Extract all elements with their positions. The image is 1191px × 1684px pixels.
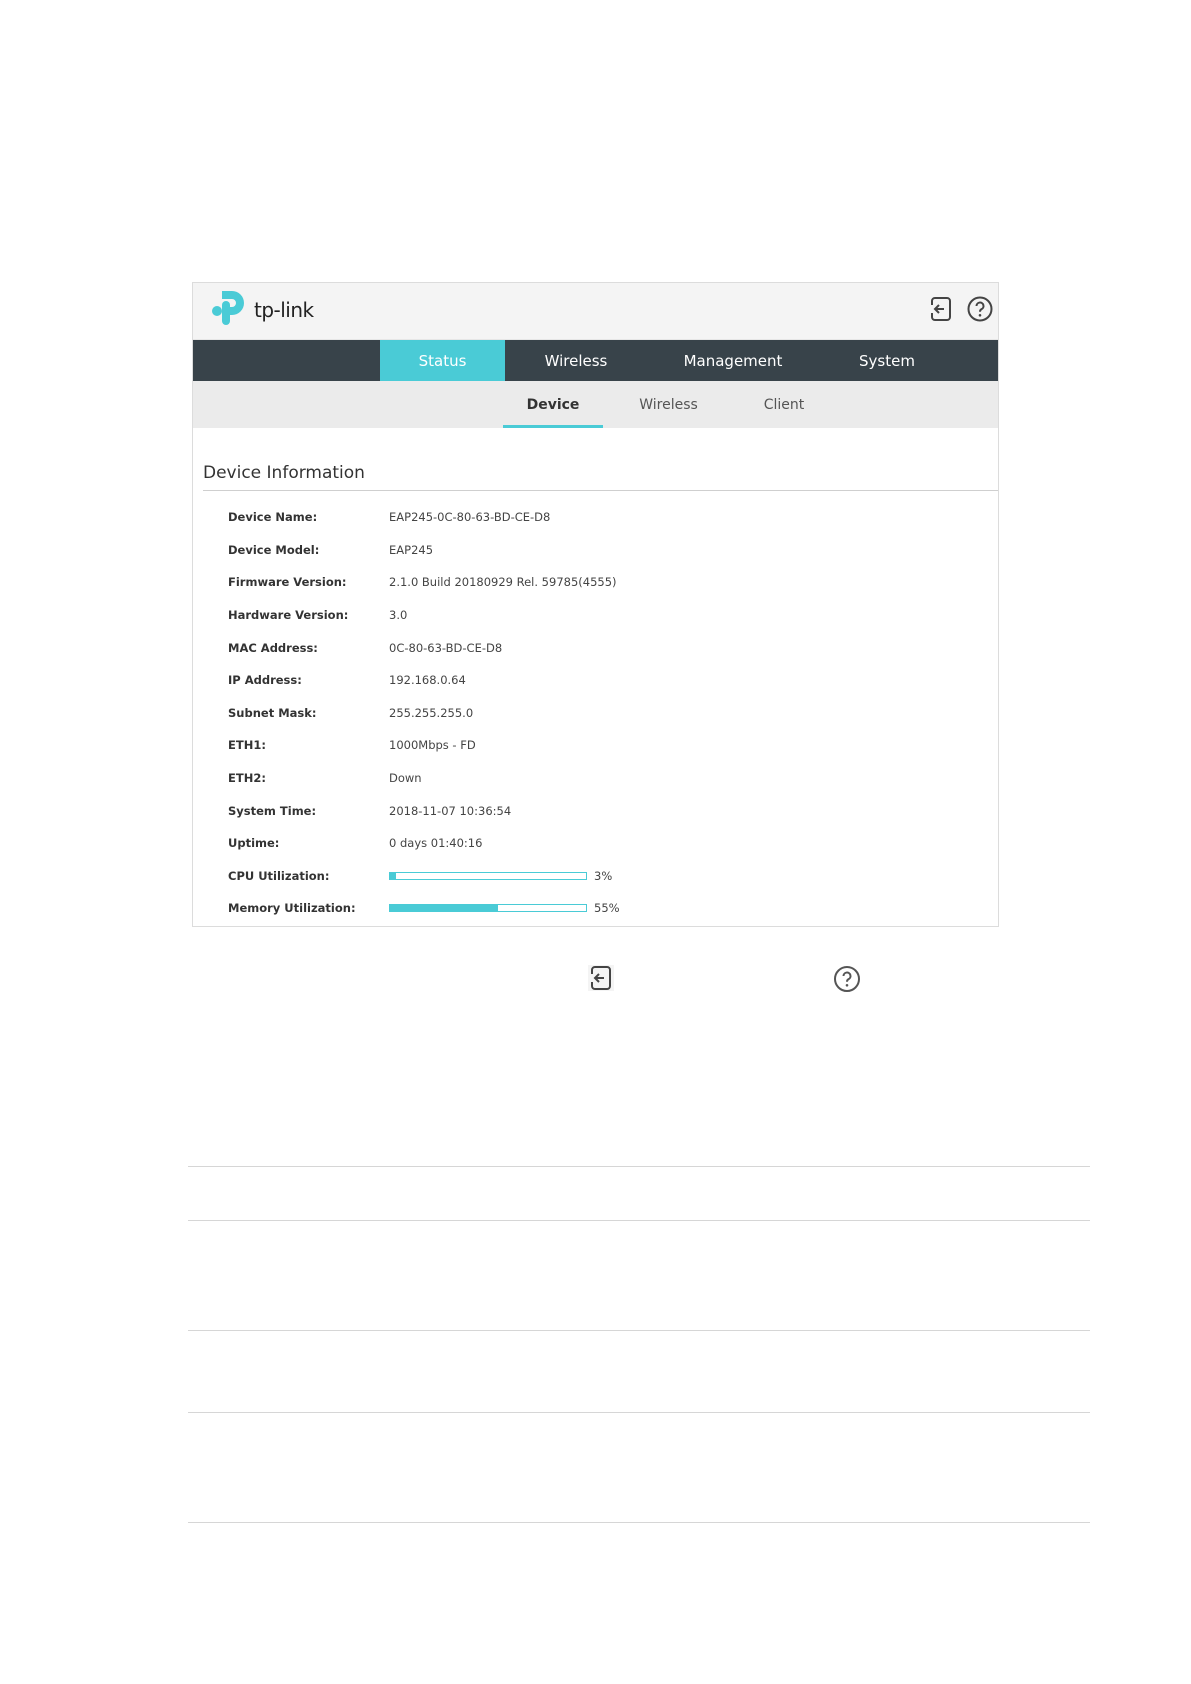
info-value: EAP245 [389,542,434,557]
info-label: Device Model: [228,542,320,557]
logout-icon[interactable] [927,295,955,323]
subtab-client[interactable]: Client [734,381,834,428]
brand-name: tp-link [254,298,314,322]
info-row-hardware-version: Hardware Version: 3.0 [228,599,988,632]
cpu-progress-fill [390,872,396,879]
manual-page: tp-link Status Wireless Management Syste… [0,0,1191,1684]
info-label: Uptime: [228,836,280,851]
info-row-eth1: ETH1: 1000Mbps - FD [228,729,988,762]
tab-wireless[interactable]: Wireless [505,340,647,381]
info-value: 0 days 01:40:16 [389,836,483,851]
memory-progress-fill [390,904,498,911]
table-rule [188,1330,1090,1331]
info-label: CPU Utilization: [228,868,330,883]
tab-status[interactable]: Status [380,340,505,381]
info-row-device-name: Device Name: EAP245-0C-80-63-BD-CE-D8 [228,501,988,534]
info-row-cpu-utilization: CPU Utilization: 3% [228,860,988,892]
info-value: 192.168.0.64 [389,673,466,688]
info-row-device-model: Device Model: EAP245 [228,534,988,567]
info-label: MAC Address: [228,640,318,655]
info-row-eth2: ETH2: Down [228,762,988,795]
info-label: Firmware Version: [228,575,347,590]
tp-link-logo-icon [212,291,244,325]
info-value: 0C-80-63-BD-CE-D8 [389,640,503,655]
tp-link-logo: tp-link [210,287,325,329]
section-title: Device Information [203,463,998,491]
memory-progress-bar [389,903,587,912]
main-nav-spacer [193,340,380,381]
info-row-uptime: Uptime: 0 days 01:40:16 [228,827,988,860]
info-row-subnet-mask: Subnet Mask: 255.255.255.0 [228,697,988,730]
info-value: 3.0 [389,608,408,623]
help-icon[interactable] [966,295,994,323]
main-nav: Status Wireless Management System [193,340,998,381]
info-value: 2018-11-07 10:36:54 [389,803,512,818]
table-rule [188,1220,1090,1221]
info-label: System Time: [228,803,317,818]
info-value: 2.1.0 Build 20180929 Rel. 59785(4555) [389,575,617,590]
info-label: ETH1: [228,738,266,753]
sub-nav: Device Wireless Client [193,381,998,428]
info-value: EAP245-0C-80-63-BD-CE-D8 [389,510,551,525]
eap-web-ui: tp-link Status Wireless Management Syste… [192,282,999,927]
device-info-list: Device Name: EAP245-0C-80-63-BD-CE-D8 De… [228,501,988,924]
table-rule [188,1166,1090,1167]
table-rule [188,1522,1090,1523]
info-row-ip-address: IP Address: 192.168.0.64 [228,664,988,697]
info-value: 255.255.255.0 [389,705,474,720]
info-row-system-time: System Time: 2018-11-07 10:36:54 [228,794,988,827]
tab-system[interactable]: System [819,340,955,381]
info-row-memory-utilization: Memory Utilization: 55% [228,892,988,924]
info-row-mac-address: MAC Address: 0C-80-63-BD-CE-D8 [228,631,988,664]
cpu-percent-text: 3% [594,868,613,883]
subtab-wireless[interactable]: Wireless [603,381,734,428]
info-label: Device Name: [228,510,318,525]
subtab-device[interactable]: Device [503,381,603,428]
info-label: Memory Utilization: [228,900,356,915]
help-icon [832,964,862,994]
table-rule [188,1412,1090,1413]
cpu-progress-bar [389,871,587,880]
memory-percent-text: 55% [594,900,620,915]
tab-management[interactable]: Management [647,340,819,381]
info-label: ETH2: [228,771,266,786]
logout-icon [586,963,616,993]
info-label: Hardware Version: [228,608,349,623]
info-row-firmware-version: Firmware Version: 2.1.0 Build 20180929 R… [228,566,988,599]
info-value: 1000Mbps - FD [389,738,476,753]
sub-nav-spacer [193,381,503,428]
info-value: Down [389,771,422,786]
info-label: IP Address: [228,673,302,688]
top-bar: tp-link [193,283,998,340]
info-label: Subnet Mask: [228,705,317,720]
